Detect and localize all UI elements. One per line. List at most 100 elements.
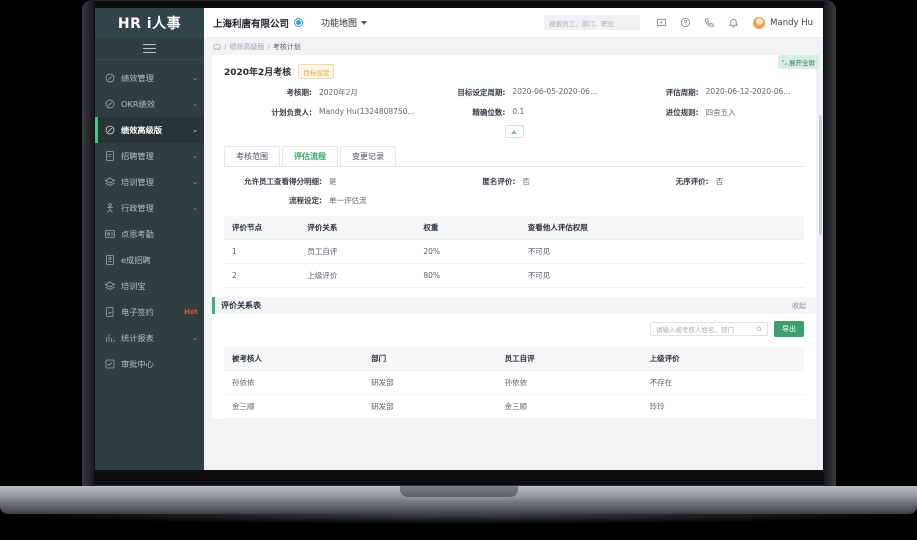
tab-evaluation-process[interactable]: 评估流程 — [282, 146, 338, 166]
plan-header: 2020年2月考核 目标设定 — [212, 55, 816, 81]
cell-superior-eval: 不存在 — [641, 370, 804, 395]
relation-table: 被考核人 部门 员工自评 上级评价 孙依依 研发部 孙依依 不存在 金三顺 研发… — [224, 347, 804, 419]
sidebar-item-statistics-report[interactable]: 统计报表 ⌄ — [95, 325, 204, 351]
globe-icon[interactable] — [294, 18, 304, 27]
top-bar: 上海利唐有限公司 功能地图 搜索员工、部门、职位 Mandy Hu — [204, 8, 823, 38]
table-header-row: 被考核人 部门 员工自评 上级评价 — [224, 347, 804, 371]
info-field-precision: 精确位数: 0.1 — [417, 107, 610, 118]
info-field-assessment-period: 考核期: 2020年2月 — [224, 87, 417, 98]
info-label: 评估周期: — [665, 88, 699, 97]
target-icon — [105, 125, 115, 135]
sidebar-item-label: OKR绩效 — [121, 99, 155, 109]
chevron-down-icon — [361, 21, 368, 25]
info-value: 2020年2月 — [319, 88, 358, 97]
sidebar-item-label: 培训管理 — [121, 177, 154, 187]
sidebar-item-performance-mgmt[interactable]: 绩效管理 ⌄ — [95, 65, 204, 91]
sidebar-item-okr[interactable]: OKR绩效 ⌄ — [95, 91, 204, 117]
global-search-placeholder: 搜索员工、部门、职位 — [549, 19, 615, 28]
sidebar-item-performance-advanced[interactable]: 绩效高级版 ⌄ — [95, 117, 204, 143]
info-field-goal-period: 目标设定周期: 2020-06-05-2020-06... — [417, 87, 610, 98]
table-row: 金三顺 研发部 金三顺 玲玲 — [224, 394, 804, 419]
target-icon — [105, 99, 115, 109]
flow-value: 否 — [522, 177, 530, 186]
table-row: 孙依依 研发部 孙依依 不存在 — [224, 370, 804, 395]
breadcrumb-item-0[interactable]: 绩效高级版 — [229, 42, 264, 52]
col-assessee: 被考核人 — [224, 347, 364, 371]
table-body: 孙依依 研发部 孙依依 不存在 金三顺 研发部 金三顺 玲玲 — [224, 370, 804, 419]
app-logo[interactable]: HR i人事 — [95, 8, 204, 38]
application-window: HR i人事 绩效管理 ⌄ OKR绩效 ⌄ 绩效高级版 ⌄ 招聘管理 ⌄ 培训管… — [95, 8, 823, 470]
avatar[interactable] — [753, 16, 766, 29]
tab-change-log[interactable]: 变更记录 — [340, 146, 396, 166]
info-value: 2020-06-05-2020-06... — [512, 87, 598, 96]
table-row: 1 员工自评 20% 不可见 — [224, 239, 804, 264]
chevron-down-icon: ⌄ — [192, 126, 198, 134]
document-icon — [106, 255, 114, 265]
sidebar-item-label: e成招聘 — [121, 255, 151, 265]
info-field-rounding-rule: 进位规则: 四舍五入 — [611, 107, 804, 118]
person-icon — [107, 203, 113, 213]
cell-superior-eval: 玲玲 — [641, 394, 804, 419]
cell-self-eval: 金三顺 — [496, 394, 642, 419]
chevron-up-icon — [511, 129, 517, 134]
sidebar-toggle[interactable] — [95, 38, 204, 60]
cell-department: 研发部 — [363, 370, 497, 395]
chart-icon — [106, 334, 115, 342]
flow-field-unordered-eval: 无序评价: 否 — [611, 176, 804, 187]
sidebar-item-label: 培训宝 — [121, 281, 146, 291]
table-body: 1 员工自评 20% 不可见 2 上级评价 80% 不可见 — [224, 239, 804, 288]
table-header: 被考核人 部门 员工自评 上级评价 — [224, 347, 804, 371]
sidebar-item-echeng-recruit[interactable]: e成招聘 — [95, 247, 204, 273]
app-logo-text: HR i人事 — [117, 16, 182, 32]
relation-section-title: 评价关系表 — [221, 301, 261, 310]
col-superior-eval: 上级评价 — [641, 347, 804, 371]
relation-search-input[interactable]: 请输入被考核人姓名、部门 — [650, 322, 768, 336]
info-label: 考核期: — [286, 88, 313, 97]
bell-icon[interactable] — [728, 17, 739, 28]
flow-label: 允许员工查看得分明细: — [244, 177, 322, 186]
phone-icon[interactable] — [704, 17, 715, 28]
breadcrumb-separator: / — [267, 42, 270, 51]
flow-label: 无序评价: — [675, 177, 709, 186]
scrollbar-thumb[interactable] — [819, 115, 822, 235]
expand-fullscreen-button[interactable]: 展开全屏 — [778, 55, 819, 69]
signature-icon — [106, 307, 114, 317]
sidebar-item-approval-center[interactable]: 审批中心 — [95, 351, 204, 377]
table-header: 评价节点 评价关系 权重 查看他人评估权限 — [224, 216, 804, 240]
sidebar-item-recruitment-mgmt[interactable]: 招聘管理 ⌄ — [95, 143, 204, 169]
flow-label: 匿名评价: — [482, 177, 516, 186]
sidebar-item-admin-mgmt[interactable]: 行政管理 ⌄ — [95, 195, 204, 221]
sidebar-item-label: 绩效高级版 — [121, 125, 162, 135]
help-icon[interactable] — [680, 17, 691, 28]
search-icon — [756, 326, 762, 332]
cell-department: 研发部 — [363, 394, 497, 419]
document-icon — [106, 151, 114, 161]
relation-search-placeholder: 请输入被考核人姓名、部门 — [656, 326, 734, 334]
sidebar-item-training-treasure[interactable]: 培训宝 — [95, 273, 204, 299]
function-map-menu[interactable]: 功能地图 — [321, 16, 368, 29]
company-name: 上海利唐有限公司 — [213, 18, 290, 30]
collapse-details-button[interactable] — [504, 125, 524, 138]
sidebar-item-attendance[interactable]: 点恩考勤 — [95, 221, 204, 247]
cell-relation: 上级评价 — [299, 263, 416, 288]
video-icon[interactable] — [656, 17, 667, 28]
home-icon[interactable] — [213, 43, 221, 51]
cell-view-permission: 不可见 — [519, 239, 804, 264]
col-department: 部门 — [363, 347, 497, 371]
screen-viewport: HR i人事 绩效管理 ⌄ OKR绩效 ⌄ 绩效高级版 ⌄ 招聘管理 ⌄ 培训管… — [95, 8, 823, 470]
info-value: 2020-06-12-2020-06... — [705, 87, 791, 96]
export-button[interactable]: 导出 — [774, 321, 804, 337]
flow-field-allow-detail-view: 允许员工查看得分明细: 是 — [224, 176, 417, 187]
sidebar: HR i人事 绩效管理 ⌄ OKR绩效 ⌄ 绩效高级版 ⌄ 招聘管理 ⌄ 培训管… — [95, 8, 204, 470]
info-label: 精确位数: — [472, 108, 506, 117]
sidebar-item-e-signature[interactable]: 电子签约 Hot — [95, 299, 204, 325]
target-icon — [105, 73, 115, 83]
relation-section-collapse-button[interactable]: 收起 — [792, 301, 806, 311]
main-pane: 上海利唐有限公司 功能地图 搜索员工、部门、职位 Mandy Hu / 绩效高级… — [204, 8, 823, 470]
tab-assessment-scope[interactable]: 考核范围 — [224, 146, 280, 166]
sidebar-item-training-mgmt[interactable]: 培训管理 ⌄ — [95, 169, 204, 195]
global-search-input[interactable]: 搜索员工、部门、职位 — [544, 15, 641, 30]
plan-card: 2020年2月考核 目标设定 考核期: 2020年2月 目标设定周期: 2020… — [212, 55, 816, 419]
info-label: 计划负责人: — [271, 108, 313, 117]
flow-field-anonymous-eval: 匿名评价: 否 — [417, 176, 610, 187]
